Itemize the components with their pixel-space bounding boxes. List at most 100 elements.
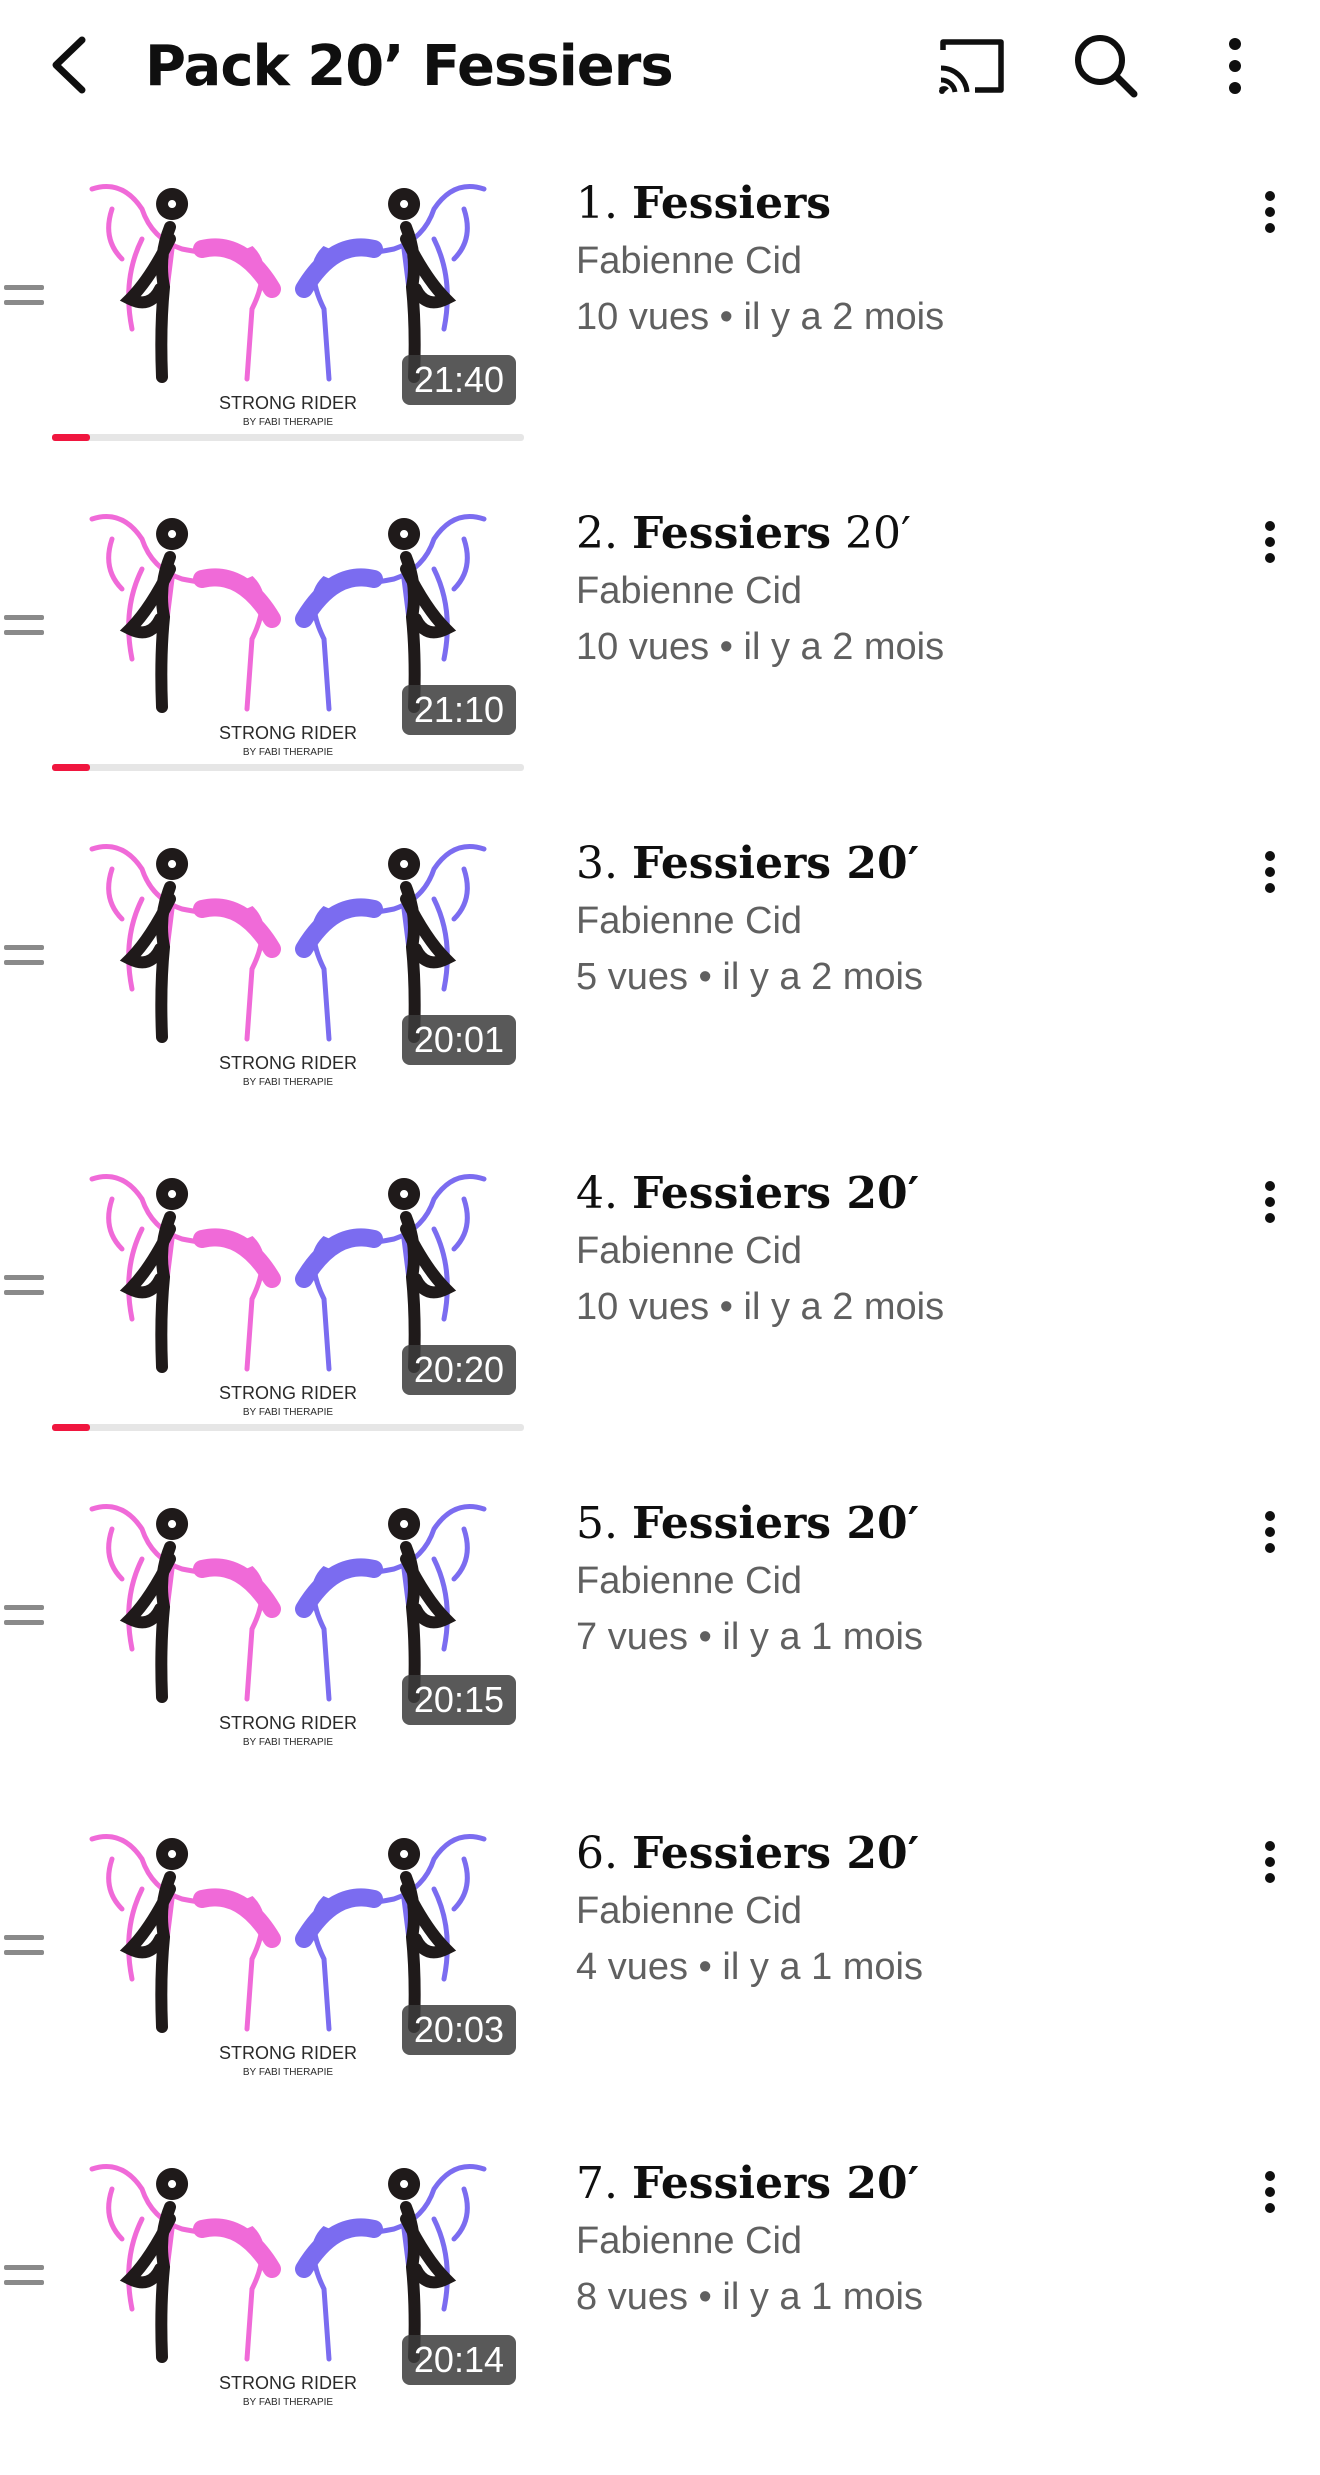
video-index: 1. (576, 178, 618, 229)
video-stats: 5 vues • il y a 2 mois (576, 956, 924, 998)
video-age: il y a 2 mois (743, 1286, 945, 1328)
playlist-video-list: STRONG RIDER BY FABI THERAPIE 21:40 1. Fe… (0, 165, 1320, 2475)
video-thumbnail[interactable]: STRONG RIDER BY FABI THERAPIE 20:03 (52, 1819, 524, 2085)
video-index: 2. (576, 508, 618, 559)
back-arrow-icon[interactable] (40, 30, 100, 100)
svg-text:BY FABI THERAPIE: BY FABI THERAPIE (243, 1407, 334, 1418)
video-index: 5. (576, 1498, 618, 1549)
svg-text:STRONG RIDER: STRONG RIDER (219, 1053, 357, 1073)
video-thumbnail[interactable]: STRONG RIDER BY FABI THERAPIE 20:01 (52, 829, 524, 1095)
video-more-menu-icon[interactable] (1252, 515, 1288, 575)
video-views: 10 vues (576, 626, 710, 668)
svg-text:STRONG RIDER: STRONG RIDER (219, 2043, 357, 2063)
video-views: 10 vues (576, 296, 710, 338)
video-info[interactable]: 5. Fessiers 20′ Fabienne Cid 7 vues • il… (576, 1495, 1236, 1665)
video-more-menu-icon[interactable] (1252, 1835, 1288, 1895)
video-name: Fessiers (631, 178, 832, 229)
video-channel: Fabienne Cid (576, 2220, 803, 2262)
video-name: Fessiers 20′ (631, 2158, 920, 2209)
video-age: il y a 1 mois (722, 1946, 924, 1988)
watch-progress-fill (52, 434, 90, 441)
video-index: 6. (576, 1828, 618, 1879)
svg-text:BY FABI THERAPIE: BY FABI THERAPIE (243, 2397, 334, 2408)
video-more-menu-icon[interactable] (1252, 845, 1288, 905)
video-thumbnail[interactable]: STRONG RIDER BY FABI THERAPIE 20:20 (52, 1159, 524, 1425)
video-row[interactable]: STRONG RIDER BY FABI THERAPIE 20:01 3. Fe… (0, 825, 1320, 1155)
video-stats: 4 vues • il y a 1 mois (576, 1946, 924, 1988)
video-views: 8 vues (576, 2276, 688, 2318)
video-name: Fessiers 20′ (631, 1168, 920, 1219)
svg-text:BY FABI THERAPIE: BY FABI THERAPIE (243, 747, 334, 758)
video-row[interactable]: STRONG RIDER BY FABI THERAPIE 20:20 4. Fe… (0, 1155, 1320, 1485)
svg-text:STRONG RIDER: STRONG RIDER (219, 1713, 357, 1733)
search-icon[interactable] (1070, 30, 1142, 102)
playlist-title: Pack 20’ Fessiers (145, 34, 674, 99)
video-title: 3. Fessiers 20′ (576, 835, 1236, 893)
video-title: 6. Fessiers 20′ (576, 1825, 1236, 1883)
video-duration-badge: 20:01 (401, 1015, 516, 1065)
drag-handle-icon[interactable] (4, 1275, 44, 1311)
video-title: 7. Fessiers 20′ (576, 2155, 1236, 2213)
watch-progress-bar (52, 764, 524, 771)
video-thumbnail[interactable]: STRONG RIDER BY FABI THERAPIE 21:10 (52, 499, 524, 765)
video-stats: 10 vues • il y a 2 mois (576, 1286, 945, 1328)
video-more-menu-icon[interactable] (1252, 185, 1288, 245)
video-views: 7 vues (576, 1616, 688, 1658)
video-stats: 8 vues • il y a 1 mois (576, 2276, 924, 2318)
video-title: 1. Fessiers (576, 175, 1236, 233)
video-age: il y a 1 mois (722, 2276, 924, 2318)
drag-handle-icon[interactable] (4, 1935, 44, 1971)
video-more-menu-icon[interactable] (1252, 1175, 1288, 1235)
drag-handle-icon[interactable] (4, 285, 44, 321)
video-row[interactable]: STRONG RIDER BY FABI THERAPIE 20:03 6. Fe… (0, 1815, 1320, 2145)
video-duration-badge: 20:15 (401, 1675, 516, 1725)
drag-handle-icon[interactable] (4, 945, 44, 981)
watch-progress-fill (52, 1424, 90, 1431)
video-age: il y a 2 mois (722, 956, 924, 998)
drag-handle-icon[interactable] (4, 1605, 44, 1641)
video-thumbnail[interactable]: STRONG RIDER BY FABI THERAPIE 21:40 (52, 169, 524, 435)
video-name: Fessiers 20′ (631, 1498, 920, 1549)
video-more-menu-icon[interactable] (1252, 2165, 1288, 2225)
svg-text:STRONG RIDER: STRONG RIDER (219, 1383, 357, 1403)
watch-progress-bar (52, 1424, 524, 1431)
video-info[interactable]: 3. Fessiers 20′ Fabienne Cid 5 vues • il… (576, 835, 1236, 1005)
video-index: 3. (576, 838, 618, 889)
video-duration-badge: 20:03 (401, 2005, 516, 2055)
svg-text:BY FABI THERAPIE: BY FABI THERAPIE (243, 1077, 334, 1088)
video-thumbnail[interactable]: STRONG RIDER BY FABI THERAPIE 20:15 (52, 1489, 524, 1755)
drag-handle-icon[interactable] (4, 2265, 44, 2301)
svg-text:BY FABI THERAPIE: BY FABI THERAPIE (243, 2067, 334, 2078)
video-duration-badge: 20:14 (401, 2335, 516, 2385)
svg-text:STRONG RIDER: STRONG RIDER (219, 393, 357, 413)
video-thumbnail[interactable]: STRONG RIDER BY FABI THERAPIE 20:14 (52, 2149, 524, 2415)
video-index: 7. (576, 2158, 618, 2209)
more-vert-icon[interactable] (1215, 34, 1255, 98)
video-row[interactable]: STRONG RIDER BY FABI THERAPIE 20:14 7. Fe… (0, 2145, 1320, 2475)
svg-text:BY FABI THERAPIE: BY FABI THERAPIE (243, 417, 334, 428)
video-views: 5 vues (576, 956, 688, 998)
video-info[interactable]: 6. Fessiers 20′ Fabienne Cid 4 vues • il… (576, 1825, 1236, 1995)
svg-text:STRONG RIDER: STRONG RIDER (219, 2373, 357, 2393)
video-views: 10 vues (576, 1286, 710, 1328)
video-stats: 10 vues • il y a 2 mois (576, 296, 945, 338)
video-channel: Fabienne Cid (576, 1890, 803, 1932)
video-title: 5. Fessiers 20′ (576, 1495, 1236, 1553)
video-row[interactable]: STRONG RIDER BY FABI THERAPIE 21:40 1. Fe… (0, 165, 1320, 495)
video-info[interactable]: 1. Fessiers Fabienne Cid 10 vues • il y … (576, 175, 1236, 345)
video-title: 2. Fessiers 20′ (576, 505, 1236, 563)
video-duration-badge: 21:40 (401, 355, 516, 405)
watch-progress-bar (52, 434, 524, 441)
video-info[interactable]: 2. Fessiers 20′ Fabienne Cid 10 vues • i… (576, 505, 1236, 675)
video-title-suffix: 20′ (831, 508, 911, 559)
video-info[interactable]: 7. Fessiers 20′ Fabienne Cid 8 vues • il… (576, 2155, 1236, 2325)
video-info[interactable]: 4. Fessiers 20′ Fabienne Cid 10 vues • i… (576, 1165, 1236, 1335)
video-age: il y a 2 mois (743, 296, 945, 338)
drag-handle-icon[interactable] (4, 615, 44, 651)
video-row[interactable]: STRONG RIDER BY FABI THERAPIE 21:10 2. Fe… (0, 495, 1320, 825)
video-row[interactable]: STRONG RIDER BY FABI THERAPIE 20:15 5. Fe… (0, 1485, 1320, 1815)
cast-icon[interactable] (935, 34, 1007, 98)
video-name: Fessiers (631, 508, 832, 559)
video-more-menu-icon[interactable] (1252, 1505, 1288, 1565)
video-age: il y a 1 mois (722, 1616, 924, 1658)
